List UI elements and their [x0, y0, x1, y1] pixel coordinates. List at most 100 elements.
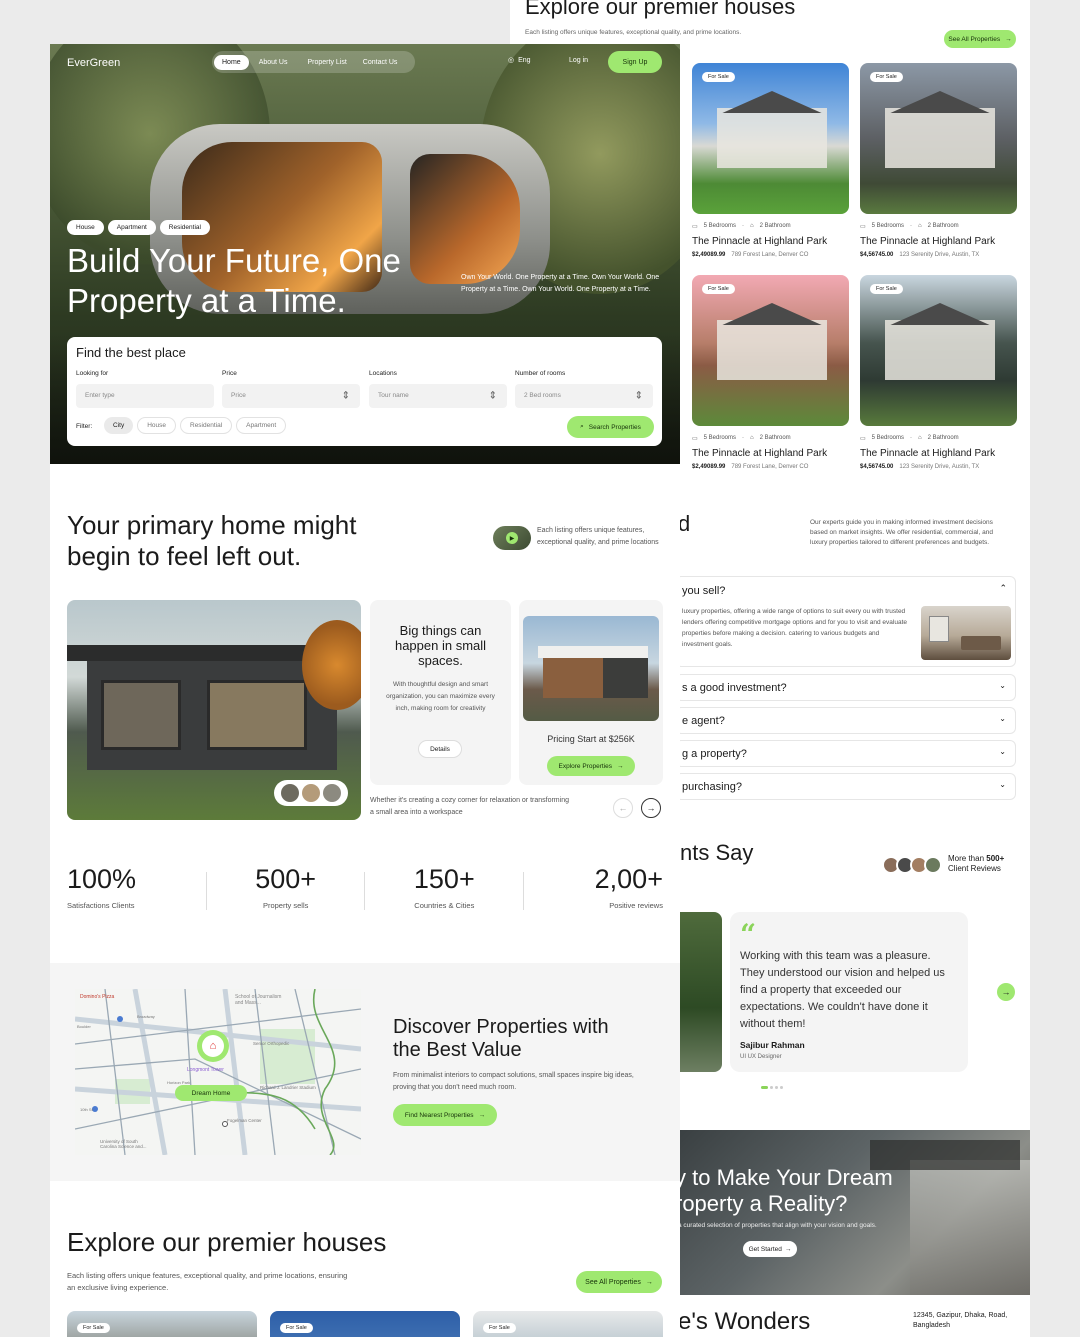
listing-price: $2,49089.99 [692, 252, 726, 258]
listing-name[interactable]: The Pinnacle at Highland Park [860, 448, 995, 459]
map-label-broadway: Broadway [137, 1014, 155, 1019]
locations-select[interactable]: Tour name ⇕ [369, 384, 507, 408]
testimonial-author: Sajibur Rahman [740, 1040, 805, 1050]
faq-item[interactable]: e agent? ⌄ [675, 707, 1016, 734]
explore-title: Explore our premier houses [525, 0, 796, 19]
listing-price-row: $2,49089.99 789 Forest Lane, Denver CO [692, 464, 808, 470]
listing-image[interactable]: For Sale [860, 63, 1017, 214]
hero-tags: House Apartment Residential [67, 220, 210, 235]
next-button[interactable]: → [641, 798, 661, 818]
nav-about[interactable]: About Us [249, 59, 298, 66]
listing-address: 789 Forest Lane, Denver CO [731, 252, 809, 258]
next-testimonial-button[interactable]: → [997, 983, 1015, 1001]
home-pin-icon[interactable]: ⌂ [197, 1030, 229, 1062]
arrow-right-icon: → [646, 803, 656, 813]
faq-question: you sell? [682, 585, 726, 597]
faq-item[interactable]: s a good investment? ⌄ [675, 674, 1016, 701]
stat-label: Property sells [262, 901, 309, 910]
locations-label: Locations [369, 370, 397, 377]
pricing-card: Pricing Start at $256K Explore Propertie… [519, 600, 663, 785]
stat-item: 500+ Property sells [226, 864, 346, 924]
listing-name[interactable]: The Pinnacle at Highland Park [692, 448, 827, 459]
for-sale-badge: For Sale [870, 72, 903, 82]
listing-price: $4,56745.00 [860, 464, 894, 470]
filter-house[interactable]: House [137, 417, 176, 434]
looking-input[interactable]: Enter type [76, 384, 214, 408]
search-card: Find the best place Looking for Enter ty… [67, 337, 662, 446]
nav-contact[interactable]: Contact Us [357, 59, 404, 66]
faq-image [921, 606, 1011, 660]
hero-title: Build Your Future, One Property at a Tim… [67, 242, 401, 319]
bottom-card-2[interactable]: For Sale [270, 1311, 460, 1337]
thumbnail-gallery[interactable] [274, 780, 348, 806]
tag-house[interactable]: House [67, 220, 104, 235]
tag-apartment[interactable]: Apartment [107, 220, 156, 235]
language-selector[interactable]: ◎ Eng [508, 56, 531, 65]
for-sale-badge: For Sale [702, 284, 735, 294]
nav-property-list[interactable]: Property List [297, 59, 356, 66]
nav-home[interactable]: Home [214, 54, 249, 70]
see-all-properties-button[interactable]: See All Properties → [944, 30, 1016, 48]
bottom-card-1[interactable]: For Sale [67, 1311, 257, 1337]
map-label-boulder: Boulder [77, 1024, 91, 1029]
see-all-bottom-button[interactable]: See All Properties → [576, 1271, 662, 1293]
arrow-left-icon: ← [618, 803, 628, 813]
map-label-senior: Senior Orthopedic [253, 1041, 290, 1046]
map-label-longmont: Longmont Tower [187, 1067, 224, 1073]
filter-apartment[interactable]: Apartment [236, 417, 287, 434]
prev-button[interactable]: ← [613, 798, 633, 818]
listing-price: $4,56745.00 [860, 252, 894, 258]
map-label-univ: University of South Carolina Science and… [100, 1139, 147, 1149]
details-button[interactable]: Details [418, 740, 462, 758]
map-label-pizza: Domino's Pizza [80, 994, 115, 1000]
tag-residential[interactable]: Residential [159, 220, 210, 235]
bed-icon: ▭ [692, 436, 698, 442]
bottom-card-3[interactable]: For Sale [473, 1311, 663, 1337]
listing-name[interactable]: The Pinnacle at Highland Park [692, 236, 827, 247]
rooms-select[interactable]: 2 Bed rooms ⇕ [515, 384, 653, 408]
search-title: Find the best place [76, 345, 186, 360]
discover-text: From minimalist interiors to compact sol… [393, 1072, 634, 1091]
faq-question: s a good investment? [682, 682, 787, 694]
discover-title: Discover Properties with the Best Value [393, 1016, 609, 1061]
signup-button[interactable]: Sign Up [608, 51, 662, 73]
carousel-dots [761, 1086, 783, 1089]
stat-item: 100% Satisfactions Clients [67, 864, 187, 924]
arrow-right-icon: → [1001, 987, 1011, 997]
bed-icon: ▭ [860, 224, 866, 230]
listing-meta: ▭ 5 Bedrooms · ⌂ 2 Bathroom [692, 223, 791, 230]
faq-item[interactable]: g a property? ⌄ [675, 740, 1016, 767]
listing-beds: 5 Bedrooms [871, 223, 905, 229]
faq-item[interactable]: purchasing? ⌄ [675, 773, 1016, 800]
get-started-button[interactable]: Get Started → [743, 1241, 797, 1257]
cabin-window-right [410, 154, 520, 284]
video-thumb[interactable]: ▶ [493, 526, 531, 550]
for-sale-badge: For Sale [702, 72, 735, 82]
primary-side-text: Each listing offers unique features, exc… [537, 527, 659, 546]
find-nearest-button[interactable]: Find Nearest Properties → [393, 1104, 497, 1126]
stat-item: 150+ Countries & Cities [384, 864, 504, 924]
listing-name[interactable]: The Pinnacle at Highland Park [860, 236, 995, 247]
explore-properties-button[interactable]: Explore Properties → [547, 756, 635, 776]
reviewer-avatars [882, 856, 944, 874]
chevron-down-icon: ⌄ [999, 681, 1006, 690]
cta-text: a curated selection of properties that a… [678, 1222, 877, 1229]
login-link[interactable]: Log in [569, 57, 588, 64]
search-properties-button[interactable]: ⌕ Search Properties [567, 416, 654, 438]
filter-city[interactable]: City [104, 417, 134, 434]
listing-address: 123 Serenity Drive, Austin, TX [899, 252, 980, 258]
testimonial-card: “ Working with this team was a pleasure.… [730, 912, 968, 1072]
listing-image[interactable]: For Sale [692, 275, 849, 426]
filter-chips: City House Residential Apartment [104, 417, 287, 434]
explore-text: Each listing offers unique features, exc… [525, 29, 742, 36]
brand-logo[interactable]: EverGreen [67, 57, 120, 69]
listing-image[interactable]: For Sale [860, 275, 1017, 426]
map[interactable]: Domino's Pizza School of Journalism and … [75, 989, 361, 1155]
price-select[interactable]: Price ⇕ [222, 384, 360, 408]
faq-item-open[interactable]: you sell? ⌃ luxury properties, offering … [675, 576, 1016, 667]
faq-answer: luxury properties, offering a wide range… [682, 608, 907, 648]
filter-residential[interactable]: Residential [180, 417, 233, 434]
listing-image[interactable]: For Sale [692, 63, 849, 214]
bath-icon: ⌂ [750, 435, 754, 441]
modern-house-image [523, 616, 659, 721]
